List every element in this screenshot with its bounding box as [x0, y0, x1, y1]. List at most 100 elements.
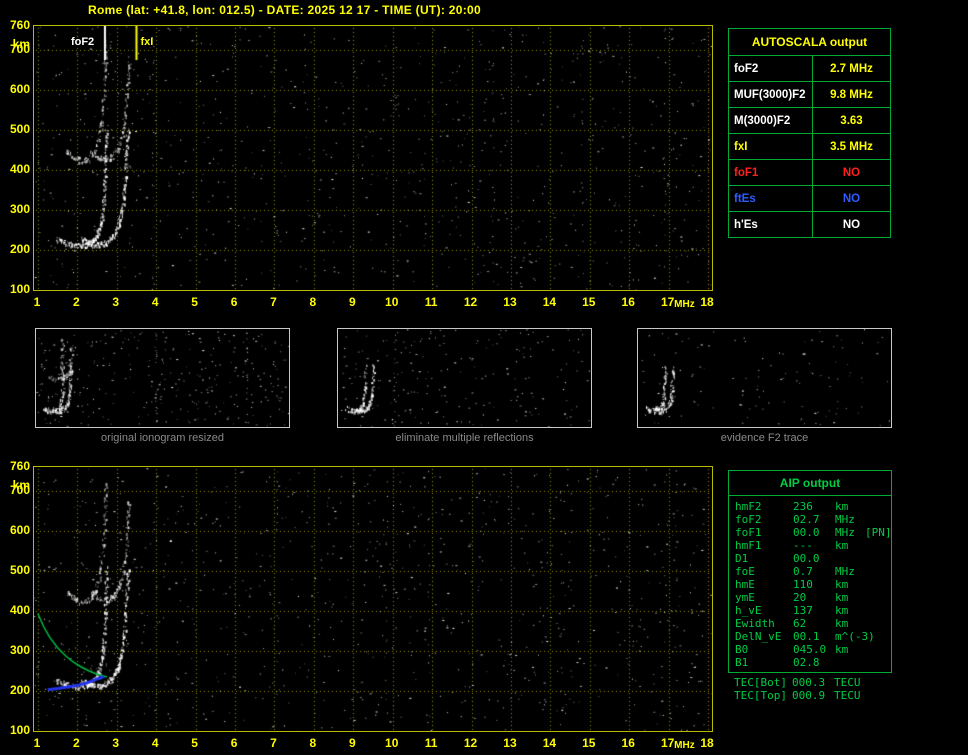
y-axis-unit-bottom: km [12, 478, 30, 492]
aip-value: 00.1 [793, 630, 820, 643]
y-axis-unit-top: km [12, 37, 30, 51]
aip-title: AIP output [729, 471, 891, 496]
aip-row: DelN_vE 00.1 m^(-3) [729, 630, 891, 643]
aip-unit: MHz [835, 565, 855, 578]
autoscala-row: ftEs NO [729, 185, 890, 211]
aip-value: 00.0 [793, 526, 820, 539]
aip-name: DelN_vE [735, 630, 782, 643]
x-tick-label-bottom: 3 [112, 736, 120, 750]
aip-extra [865, 617, 891, 630]
x-tick-label-bottom: 14 [542, 736, 557, 750]
autoscala-row: h'Es NO [729, 211, 890, 237]
aip-unit: MHz [835, 526, 855, 539]
aip-row: Ewidth 62 km [729, 617, 891, 630]
aip-extra [865, 565, 891, 578]
x-tick-label-top: 16 [621, 295, 635, 309]
aip-name: hmF2 [735, 500, 762, 513]
autoscala-row: MUF(3000)F2 9.8 MHz [729, 81, 890, 107]
autoscala-table: AUTOSCALA output foF2 2.7 MHz MUF(3000)F2 9… [728, 28, 891, 238]
aip-name: B1 [735, 656, 749, 669]
x-tick-label-top: 9 [348, 295, 356, 309]
thumbnail-caption-2: eliminate multiple reflections [395, 432, 534, 444]
y-tick-label-top: 400 [9, 162, 30, 176]
aip-extra: [PN] [865, 526, 892, 539]
aip-extra [864, 689, 892, 702]
aip-row: ymE 20 km [729, 591, 891, 604]
x-tick-label-top: 6 [230, 295, 238, 309]
aip-unit: m^(-3) [835, 630, 875, 643]
aip-unit: km [835, 604, 849, 617]
autoscala-param-value: NO [842, 166, 861, 179]
aip-name: TEC[Top] [734, 689, 787, 702]
aip-name: h_vE [735, 604, 762, 617]
aip-name: hmE [735, 578, 755, 591]
autoscala-param-value: NO [842, 218, 861, 231]
aip-value: 045.0 [793, 643, 827, 656]
y-tick-label-bottom: 400 [9, 603, 30, 617]
x-tick-label-top: 5 [191, 295, 198, 309]
y-tick-label-top: 600 [9, 82, 30, 96]
aip-value: 000.3 [792, 676, 826, 689]
x-tick-label-top: 12 [463, 295, 478, 309]
x-tick-label-bottom: 4 [151, 736, 159, 750]
autoscala-param-value: 3.63 [840, 114, 863, 127]
x-tick-label-top: 8 [309, 295, 317, 309]
aip-row: h_vE 137 km [729, 604, 891, 617]
aip-extra [865, 513, 891, 526]
aip-value: 02.8 [793, 656, 820, 669]
aip-box: AIP output hmF2 236 km foF2 02.7 MHz foF1 00.0 M… [728, 470, 892, 673]
autoscala-rows: foF2 2.7 MHz MUF(3000)F2 9.8 MHz M(3000)F2 3.… [729, 55, 890, 237]
aip-unit: km [835, 591, 849, 604]
aip-name: hmF1 [735, 539, 762, 552]
thumbnail-caption-1: original ionogram resized [101, 432, 224, 444]
aip-extra [864, 676, 892, 689]
x-tick-label-top: 2 [73, 295, 80, 309]
ionogram-canvas-top [34, 26, 712, 290]
aip-name: Ewidth [735, 617, 775, 630]
aip-value: 02.7 [793, 513, 820, 526]
aip-unit: TECU [834, 676, 861, 689]
aip-unit: km [835, 578, 849, 591]
x-tick-label-bottom: 2 [73, 736, 80, 750]
marker-label-fxI: fxI [140, 36, 154, 48]
aip-name: foF1 [735, 526, 762, 539]
aip-unit [835, 656, 865, 669]
aip-extra [865, 591, 891, 604]
thumbnail-canvas-3 [638, 329, 891, 427]
aip-row: hmE 110 km [729, 578, 891, 591]
aip-row: hmF2 236 km [729, 500, 891, 513]
autoscala-param-label: fxI [729, 134, 813, 159]
x-tick-label-bottom: 12 [463, 736, 478, 750]
autoscala-param-label: foF2 [729, 56, 813, 81]
x-tick-label-top: 11 [424, 295, 438, 309]
autoscala-row: foF1 NO [729, 159, 890, 185]
aip-name: B0 [735, 643, 749, 656]
x-tick-label-bottom: 11 [424, 736, 438, 750]
thumbnail-canvas-1 [36, 329, 289, 427]
autoscala-row: M(3000)F2 3.63 [729, 107, 890, 133]
thumbnail-original-ionogram [35, 328, 290, 428]
x-tick-label-bottom: 13 [503, 736, 517, 750]
thumbnail-caption-3: evidence F2 trace [720, 432, 809, 444]
x-axis-unit-top: MHz [674, 299, 695, 310]
aip-name: foF2 [735, 513, 762, 526]
aip-row: B1 02.8 [729, 656, 891, 669]
aip-unit: km [835, 643, 849, 656]
y-tick-label-bottom: 500 [9, 563, 30, 577]
aip-value: --- [793, 539, 813, 552]
x-tick-label-bottom: 15 [582, 736, 596, 750]
aip-extra [865, 539, 891, 552]
autoscala-row: fxI 3.5 MHz [729, 133, 890, 159]
aip-row: TEC[Top] 000.9 TECU [728, 689, 892, 702]
aip-row: D1 00.0 [729, 552, 891, 565]
aip-extra [865, 578, 891, 591]
x-tick-label-bottom: 8 [309, 736, 317, 750]
aip-name: foE [735, 565, 755, 578]
marker-label-foF2: foF2 [70, 36, 95, 48]
x-tick-label-bottom: 16 [621, 736, 635, 750]
thumbnail-eliminate-reflections [337, 328, 592, 428]
aip-value: 236 [793, 500, 813, 513]
aip-row: foE 0.7 MHz [729, 565, 891, 578]
x-tick-label-bottom: 7 [270, 736, 277, 750]
aip-row: foF1 00.0 MHz [PN] [729, 526, 892, 539]
